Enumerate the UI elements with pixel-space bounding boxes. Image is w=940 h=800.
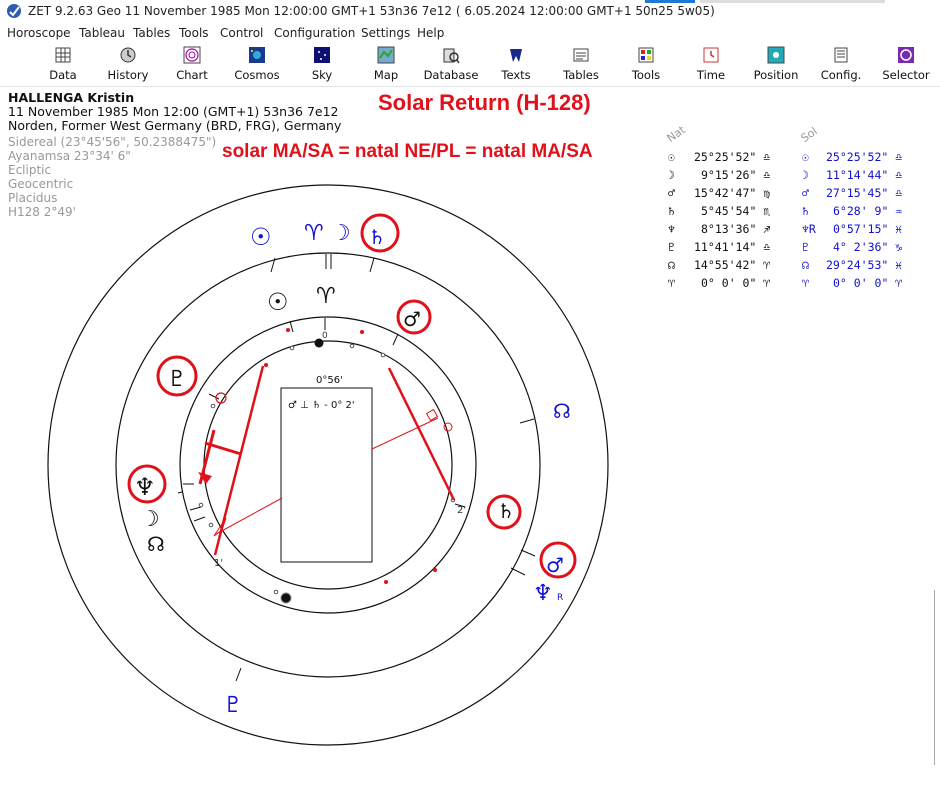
- natal-value-1: 9°15'26" ♎: [701, 168, 771, 182]
- solar-glyph-3: ♄: [802, 204, 809, 218]
- solar-value-6: 29°24'53" ♓: [826, 258, 903, 272]
- toolbar-time-button[interactable]: Time: [680, 44, 742, 84]
- natal-pluto-glyph: ♇: [167, 367, 187, 392]
- solar-column-header: Sol: [798, 124, 820, 145]
- solar-value-5: 4° 2'36" ♑: [833, 240, 903, 254]
- aspect-end-circle-2: [443, 422, 453, 432]
- solar-saturn-glyph: ♄: [368, 225, 386, 249]
- natal-glyph-0: ☉: [668, 150, 675, 164]
- natal-value-5: 11°41'14" ♎: [694, 240, 771, 254]
- axis-bottom-dot: [280, 592, 292, 604]
- solar-glyph-5: ♇: [802, 240, 809, 254]
- aspect-line-red-1: [213, 365, 265, 556]
- axis-label-0: 0: [322, 331, 328, 341]
- aspect-line-red-2: [387, 367, 456, 501]
- solar-value-1: 11°14'44" ♎: [826, 168, 903, 182]
- solar-glyph-7: ♈: [802, 276, 809, 290]
- natal-neptune-glyph: ♆: [134, 473, 156, 501]
- solar-value-7: 0° 0' 0" ♈: [833, 276, 903, 290]
- toolbar-position-button[interactable]: Position: [745, 44, 807, 84]
- natal-column-header: Nat: [664, 123, 688, 145]
- solar-value-4: 0°57'15" ♓: [833, 222, 903, 236]
- natal-value-4: 8°13'36" ♐: [701, 222, 771, 236]
- window-controls[interactable]: [700, 0, 885, 3]
- solar-glyph-4: ♆R: [802, 222, 816, 236]
- natal-mars-glyph: ♂: [403, 307, 421, 331]
- natal-glyph-3: ♄: [668, 204, 675, 218]
- ascendant-degree-label: 0°56': [316, 375, 343, 386]
- solar-aries-glyph: ♈: [304, 221, 324, 246]
- natal-value-0: 25°25'52" ♎: [694, 150, 771, 164]
- solar-pluto-glyph: ♇: [223, 693, 243, 718]
- chart-wheel[interactable]: 0 1' 2' 0°56' ♂ ⊥ ♄ - 0° 2' ☉ ♈ ☽ ♄ ☊ ♂ …: [0, 0, 660, 800]
- natal-moon-glyph: ☽: [140, 507, 160, 532]
- toolbar-selector-button[interactable]: Selector: [875, 44, 937, 84]
- solar-glyph-1: ☽: [802, 168, 809, 182]
- solar-sun-glyph: ☉: [250, 223, 272, 251]
- natal-aries-glyph: ♈: [316, 284, 336, 309]
- toolbar-config-label: Config.: [820, 68, 862, 82]
- axis-label-1: 1': [214, 558, 223, 569]
- natal-value-3: 5°45'54" ♏: [701, 204, 771, 218]
- solar-moon-glyph: ☽: [331, 221, 351, 246]
- natal-sun-glyph: ☉: [267, 288, 289, 316]
- aspect-box: [280, 387, 373, 563]
- natal-value-7: 0° 0' 0" ♈: [701, 276, 771, 290]
- natal-glyph-5: ♇: [668, 240, 675, 254]
- natal-glyph-7: ♈: [668, 276, 675, 290]
- solar-value-0: 25°25'52" ♎: [826, 150, 903, 164]
- solar-glyph-6: ☊: [802, 258, 809, 272]
- solar-neptune-glyph: ♆: [533, 581, 553, 606]
- natal-value-6: 14°55'42" ♈: [694, 258, 771, 272]
- solar-glyph-0: ☉: [802, 150, 809, 164]
- natal-glyph-4: ♆: [668, 222, 675, 236]
- solar-neptune-retrograde: R: [557, 593, 563, 603]
- toolbar-position-label: Position: [753, 68, 799, 82]
- solar-node-glyph: ☊: [553, 399, 571, 423]
- natal-glyph-2: ♂: [668, 186, 675, 200]
- toolbar-selector-label: Selector: [882, 68, 930, 82]
- natal-saturn-glyph: ♄: [497, 499, 515, 523]
- axis-label-2: 2': [457, 505, 466, 516]
- natal-glyph-6: ☊: [668, 258, 675, 272]
- natal-value-2: 15°42'47" ♍: [694, 186, 771, 200]
- solar-value-3: 6°28' 9" ♒: [833, 204, 903, 218]
- solar-value-2: 27°15'45" ♎: [826, 186, 903, 200]
- selector-icon: [898, 47, 914, 63]
- toolbar-time-label: Time: [696, 68, 726, 82]
- natal-node-glyph: ☊: [147, 532, 165, 556]
- position-icon: [767, 46, 785, 64]
- natal-glyph-1: ☽: [668, 168, 675, 182]
- solar-glyph-2: ♂: [802, 186, 809, 200]
- side-panel-edge[interactable]: [934, 590, 940, 765]
- time-icon: [703, 47, 719, 63]
- config-icon: [834, 47, 848, 63]
- toolbar-config-button[interactable]: Config.: [810, 44, 872, 84]
- aspect-note: ♂ ⊥ ♄ - 0° 2': [288, 400, 355, 411]
- aspect-line-thin-2: [371, 417, 439, 450]
